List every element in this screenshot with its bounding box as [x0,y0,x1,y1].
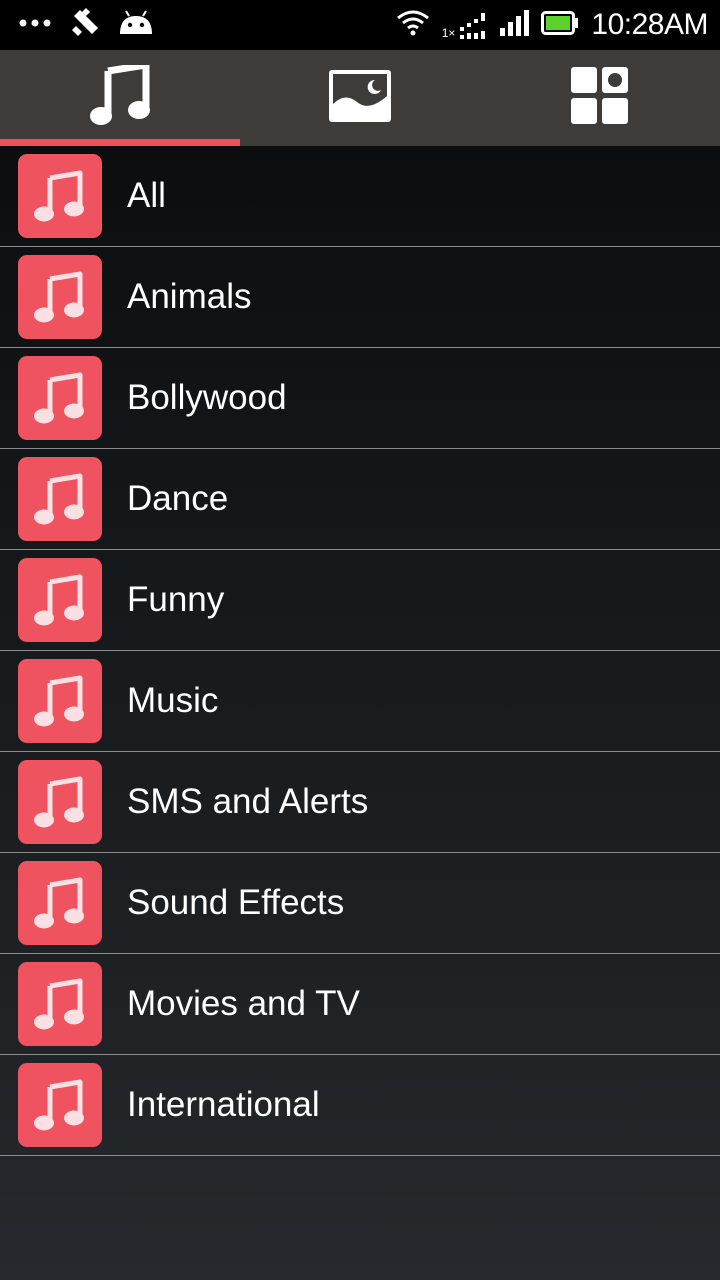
list-item[interactable]: Bollywood [0,348,720,449]
list-item[interactable]: All [0,146,720,247]
list-item-label: Funny [127,580,225,619]
tab-bar [0,50,720,146]
music-note-icon [18,457,102,541]
music-note-icon [18,659,102,743]
category-list: All Animals Bollywood Dance Funny Music … [0,146,720,1156]
list-item-label: Music [127,681,219,720]
list-item-label: Dance [127,479,229,518]
list-item[interactable]: Animals [0,247,720,348]
image-icon [329,69,391,127]
tab-wallpapers[interactable] [240,50,480,146]
list-item-label: Bollywood [127,378,287,417]
list-item-label: SMS and Alerts [127,782,369,821]
list-item[interactable]: Dance [0,449,720,550]
music-note-icon [18,154,102,238]
list-item[interactable]: SMS and Alerts [0,752,720,853]
list-item[interactable]: Sound Effects [0,853,720,954]
status-bar: 1× 10:28AM [0,0,720,50]
android-icon [118,9,154,41]
music-note-icon [18,255,102,339]
clock: 10:28AM [591,8,708,41]
music-note-icon [18,760,102,844]
apps-grid-icon [571,66,629,130]
list-item[interactable]: Music [0,651,720,752]
wifi-icon [396,10,430,41]
battery-icon [541,10,579,40]
network-label: 1× [441,26,456,40]
cell-signal-icon [499,9,530,41]
status-right-group: 1× 10:28AM [396,8,720,42]
music-note-icon [18,558,102,642]
tab-ringtones[interactable] [0,50,240,146]
tools-icon [70,7,100,43]
list-item-label: Movies and TV [127,984,360,1023]
list-item-label: International [127,1085,320,1124]
music-note-icon [18,1063,102,1147]
data-activity-icon: 1× [442,11,488,39]
list-item-label: Animals [127,277,252,316]
list-item[interactable]: Movies and TV [0,954,720,1055]
tab-apps[interactable] [480,50,720,146]
list-item[interactable]: Funny [0,550,720,651]
list-item-label: All [127,176,166,215]
music-note-icon [18,962,102,1046]
music-note-icon [18,356,102,440]
more-dots-icon [18,16,52,34]
music-note-icon [18,861,102,945]
list-item-label: Sound Effects [127,883,345,922]
music-note-icon [90,61,150,132]
list-item[interactable]: International [0,1055,720,1156]
status-left-group [0,7,154,43]
